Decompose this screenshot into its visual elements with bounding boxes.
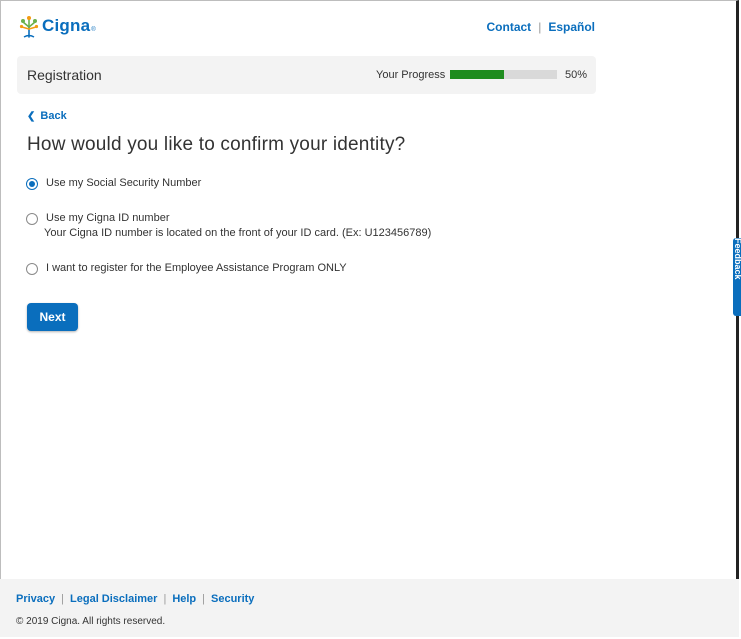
progress-label: Your Progress [376,69,446,81]
feedback-tab[interactable]: Feedback [733,238,741,316]
radio-cigna-id[interactable] [26,213,38,225]
brand-name: Cigna [42,16,91,35]
option-cigna-id-help: Your Cigna ID number is located on the f… [44,227,432,239]
link-separator: | [202,593,206,605]
link-separator: | [538,20,542,34]
browser-frame [0,0,739,637]
radio-ssn[interactable] [26,178,38,190]
contact-link[interactable]: Contact [487,20,532,34]
option-ssn-label: Use my Social Security Number [46,177,202,189]
link-separator: | [163,593,167,605]
option-eap-label: I want to register for the Employee Assi… [46,262,347,274]
top-links: Contact | Español [487,20,595,34]
legal-disclaimer-link[interactable]: Legal Disclaimer [70,593,157,605]
registered-mark: ® [91,27,96,33]
progress-fill [450,70,504,79]
copyright-text: © 2019 Cigna. All rights reserved. [16,616,166,627]
footer: Privacy | Legal Disclaimer | Help | Secu… [0,579,739,637]
cigna-logo[interactable]: Cigna ® [18,14,96,38]
back-link[interactable]: ❮ Back [27,110,67,122]
feedback-label: Feedback [733,238,741,280]
option-cigna-id[interactable]: Use my Cigna ID number Your Cigna ID num… [26,212,431,239]
security-link[interactable]: Security [211,593,254,605]
progress-percent: 50% [564,69,587,81]
registration-progress-bar: Registration Your Progress 50% [17,56,596,94]
footer-links: Privacy | Legal Disclaimer | Help | Secu… [16,593,254,605]
page-title: How would you like to confirm your ident… [27,134,406,155]
option-ssn[interactable]: Use my Social Security Number [26,177,201,190]
option-eap[interactable]: I want to register for the Employee Assi… [26,262,347,275]
privacy-link[interactable]: Privacy [16,593,55,605]
back-label: Back [40,110,67,122]
espanol-link[interactable]: Español [548,20,595,34]
chevron-left-icon: ❮ [27,110,36,122]
radio-eap[interactable] [26,263,38,275]
tree-of-life-icon [19,16,39,38]
progress-track [450,70,557,79]
next-button[interactable]: Next [27,303,78,331]
link-separator: | [61,593,65,605]
registration-title: Registration [27,67,102,83]
option-cigna-id-label: Use my Cigna ID number [46,212,170,224]
help-link[interactable]: Help [172,593,196,605]
